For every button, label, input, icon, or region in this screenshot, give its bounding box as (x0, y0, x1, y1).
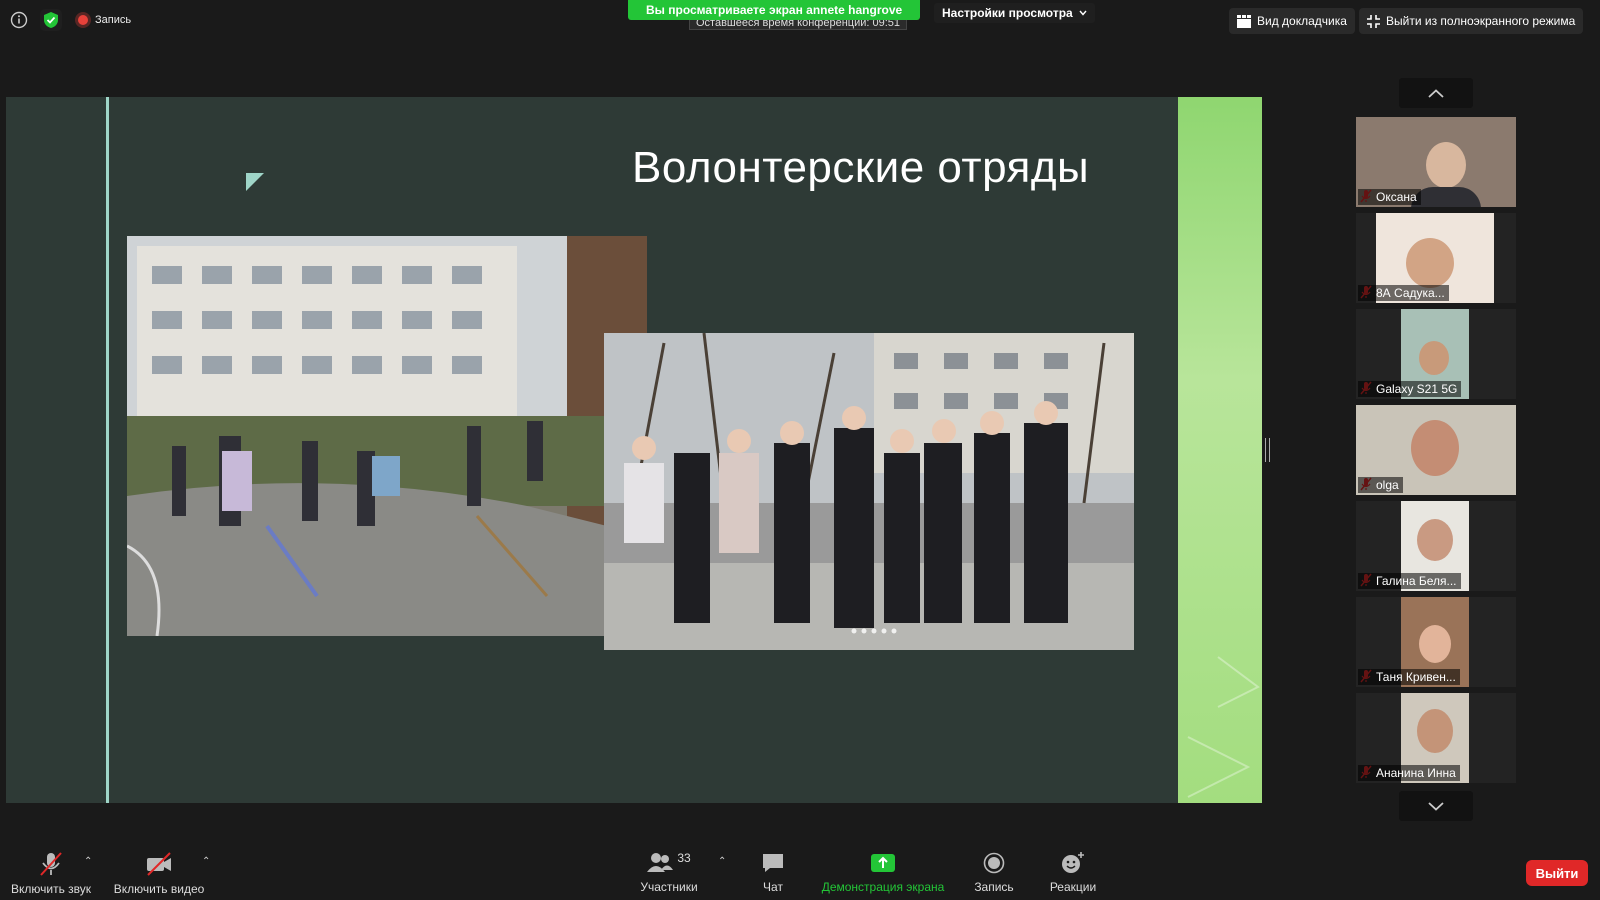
participant-face (1406, 238, 1454, 288)
exit-fullscreen-label: Выйти из полноэкранного режима (1386, 14, 1576, 28)
chat-button[interactable]: Чат (755, 852, 791, 894)
chevron-up-icon (1428, 88, 1444, 98)
participant-name: Ананина Инна (1358, 765, 1460, 781)
chevron-down-icon (1079, 10, 1087, 16)
recording-dot-icon (78, 15, 88, 25)
participant-video (1411, 420, 1459, 476)
recording-label: Запись (95, 14, 132, 26)
leave-meeting-button[interactable]: Выйти (1526, 860, 1588, 886)
record-icon (983, 852, 1005, 874)
participants-label: Участники (640, 880, 698, 894)
info-icon[interactable] (8, 9, 30, 31)
participant-face (1419, 625, 1451, 663)
panel-resize-handle[interactable] (1265, 438, 1270, 462)
participant-name: 8А Садука... (1358, 285, 1449, 301)
slide-title: Волонтерские отряды (632, 143, 1090, 192)
participant-video (1426, 142, 1466, 188)
photo-volunteers-group (604, 333, 1134, 650)
slide-accent-line (106, 97, 109, 803)
video-options-caret-icon[interactable]: ⌃ (202, 856, 210, 867)
encryption-shield-icon[interactable] (40, 9, 62, 31)
video-off-icon (147, 852, 171, 876)
reactions-button[interactable]: Реакции (1046, 852, 1100, 894)
recording-indicator[interactable]: Запись (78, 14, 131, 26)
slide-triangle-icon (246, 173, 264, 191)
share-screen-button[interactable]: Демонстрация экрана (820, 852, 946, 894)
speaker-view-button[interactable]: Вид докладчика (1229, 8, 1355, 34)
unmute-button[interactable]: Включить звук (10, 852, 92, 896)
unmute-label: Включить звук (10, 882, 92, 896)
photo-volunteers-sweeping (127, 236, 647, 636)
record-button[interactable]: Запись (970, 852, 1018, 894)
share-screen-label: Демонстрация экрана (821, 880, 945, 894)
share-screen-icon (871, 854, 895, 872)
speaker-view-icon (1237, 14, 1251, 28)
scroll-down-button[interactable] (1399, 791, 1473, 821)
participants-count: 33 (677, 851, 691, 865)
participant-face (1419, 341, 1449, 375)
shared-screen-slide: Волонтерские отряды (6, 97, 1262, 803)
audio-options-caret-icon[interactable]: ⌃ (84, 856, 92, 867)
participant-body (1411, 187, 1481, 207)
participant-name: olga (1358, 477, 1403, 493)
participant-name: Таня Кривен... (1358, 669, 1460, 685)
speaker-view-label: Вид докладчика (1257, 14, 1347, 28)
participant-tile[interactable]: Оксана (1356, 117, 1516, 207)
reactions-label: Реакции (1049, 880, 1097, 894)
participant-name: Galaxy S21 5G (1358, 381, 1462, 397)
reactions-smiley-icon (1062, 852, 1084, 873)
record-label: Запись (974, 880, 1014, 894)
participant-face (1417, 519, 1453, 561)
start-video-button[interactable]: Включить видео (113, 852, 205, 896)
participant-name: Оксана (1358, 189, 1421, 205)
exit-fullscreen-icon (1367, 14, 1380, 28)
participant-tile[interactable]: Галина Беля... (1356, 501, 1516, 591)
participants-icon (647, 853, 674, 872)
participant-tile[interactable]: Galaxy S21 5G (1356, 309, 1516, 399)
participant-tile[interactable]: Таня Кривен... (1356, 597, 1516, 687)
start-video-label: Включить видео (113, 882, 205, 896)
view-options-dropdown[interactable]: Настройки просмотра (934, 3, 1095, 23)
muted-microphone-icon (40, 852, 62, 876)
participant-face (1417, 709, 1453, 753)
participants-options-caret-icon[interactable]: ⌃ (718, 856, 726, 867)
meeting-toolbar (0, 830, 1600, 900)
viewing-screen-banner: Вы просматриваете экран annete hangrove (628, 0, 921, 20)
participant-tile[interactable]: 8А Садука... (1356, 213, 1516, 303)
participant-name: Галина Беля... (1358, 573, 1461, 589)
chevron-down-icon (1428, 801, 1444, 811)
slide-decoration (1187, 656, 1260, 798)
participants-button[interactable]: 33 Участники (638, 851, 700, 894)
slide-side-stripe (1178, 97, 1262, 803)
exit-fullscreen-button[interactable]: Выйти из полноэкранного режима (1359, 8, 1584, 34)
scroll-up-button[interactable] (1399, 78, 1473, 108)
participant-tile[interactable]: Ананина Инна (1356, 693, 1516, 783)
chat-label: Чат (763, 880, 783, 894)
chat-icon (763, 854, 783, 872)
view-options-label: Настройки просмотра (942, 6, 1073, 20)
participant-tile[interactable]: olga (1356, 405, 1516, 495)
